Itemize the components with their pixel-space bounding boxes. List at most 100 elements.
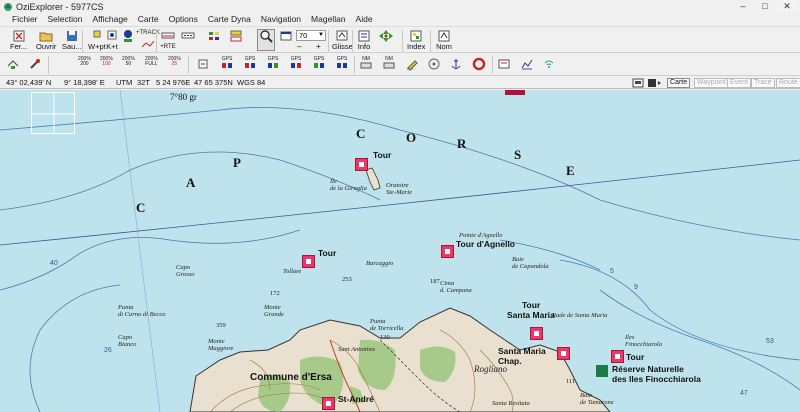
tower-marker-finocchiarola[interactable] — [611, 350, 624, 363]
display-button[interactable] — [497, 57, 511, 71]
label-iles-finocchiarola: Iles Finocchiarola — [625, 334, 662, 348]
info-button[interactable]: Info — [356, 29, 372, 51]
info-icon — [358, 30, 370, 42]
menu-carte-dyna[interactable]: Carte Dyna — [208, 14, 251, 24]
label-capo-grosso: Capo Grosso — [176, 264, 195, 278]
tower-marker-santa-maria[interactable] — [530, 327, 543, 340]
map-label-c1: C — [136, 200, 146, 215]
zoom-200-button[interactable]: 200% 200 — [78, 57, 91, 67]
nm-icon — [383, 62, 395, 69]
gps-button-5[interactable]: GPS — [312, 57, 326, 70]
profile-chart-button[interactable] — [520, 57, 534, 71]
depth-label: 47 — [740, 390, 748, 397]
index-icon — [410, 30, 422, 42]
grid-lines-icon — [32, 93, 76, 135]
map-label-a: A — [186, 175, 196, 190]
maximize-button[interactable]: □ — [754, 0, 776, 12]
menu-options[interactable]: Options — [169, 14, 198, 24]
grid-button[interactable] — [228, 29, 244, 43]
route-edit-button[interactable] — [180, 29, 196, 43]
minimize-button[interactable]: – — [732, 0, 754, 12]
zoom-plus-button[interactable]: + — [316, 43, 321, 51]
nm-button-2[interactable]: NM — [383, 57, 395, 70]
move-arrows-icon — [379, 30, 393, 42]
save-button[interactable]: Sau... — [62, 29, 82, 51]
label-st-andre: St-André — [338, 394, 374, 404]
depth-label: 40 — [50, 260, 58, 267]
utm-zone: 32T — [137, 78, 150, 87]
trace-button[interactable]: Trace — [751, 78, 775, 88]
display-icon — [498, 59, 510, 69]
gps-icon — [314, 63, 324, 68]
title-bar: OziExplorer - 5977CS – □ ✕ — [0, 0, 800, 13]
tower-marker-tollare[interactable] — [302, 255, 315, 268]
save-status-icon[interactable] — [647, 78, 663, 88]
gps-device-icon[interactable] — [632, 78, 644, 88]
layers-button[interactable] — [6, 57, 20, 71]
tower-marker-giraglia[interactable] — [355, 158, 368, 171]
pencil-button[interactable] — [405, 57, 419, 71]
gps-button-3[interactable]: GPS — [266, 57, 280, 70]
carte-button[interactable]: Carte — [667, 78, 691, 88]
menu-selection[interactable]: Selection — [48, 14, 83, 24]
gps-button-2[interactable]: GPS — [243, 57, 257, 70]
route-button[interactable]: +RTE — [160, 29, 176, 51]
map-label-c2: C — [356, 126, 366, 141]
kml-button[interactable]: K+t — [104, 29, 120, 51]
chapel-marker[interactable] — [557, 347, 570, 360]
anchor-button[interactable] — [449, 57, 463, 71]
zoom-level-select[interactable]: 70 ▼ — [296, 30, 326, 41]
gps-button-1[interactable]: GPS — [220, 57, 234, 70]
window-button[interactable] — [278, 29, 294, 43]
map-label-p: P — [233, 155, 241, 170]
menu-affichage[interactable]: Affichage — [92, 14, 127, 24]
label-sant-antonino: Sant Antonino — [338, 346, 375, 353]
map-view[interactable]: 7°80 gr C A P C O R S E Tour Ile de la G… — [0, 90, 800, 412]
lifebuoy-button[interactable] — [472, 57, 486, 71]
hand-icon — [336, 30, 348, 41]
zoom-tool-button[interactable] — [258, 29, 274, 43]
target-button[interactable] — [427, 57, 441, 71]
close-map-button[interactable]: Fer... — [10, 29, 27, 51]
zoom-100-button[interactable]: 200% 100 — [100, 57, 113, 67]
gps-button-6[interactable]: GPS — [335, 57, 349, 70]
zoom-minus-button[interactable]: – — [297, 43, 301, 51]
elevation-label: 359 — [216, 322, 226, 329]
nom-button[interactable]: Nom — [436, 29, 452, 51]
map-navigation-grid[interactable] — [31, 92, 76, 135]
label-baie-tamarone: Baie de Tamarone — [580, 392, 614, 406]
st-andre-marker[interactable] — [322, 397, 335, 410]
nm-button-1[interactable]: NM — [360, 57, 372, 70]
menu-navigation[interactable]: Navigation — [261, 14, 301, 24]
target-icon — [428, 58, 440, 70]
lifebuoy-icon — [472, 57, 486, 71]
zoom-50-button[interactable]: 200% 50 — [122, 57, 135, 67]
elevation-label: 187 — [430, 278, 440, 285]
flag-button[interactable] — [206, 29, 222, 43]
tools-button[interactable] — [28, 57, 42, 71]
menu-aide[interactable]: Aide — [356, 14, 373, 24]
gps-button-4[interactable]: GPS — [289, 57, 303, 70]
magnifier-icon — [260, 30, 273, 43]
menu-magellan[interactable]: Magellan — [311, 14, 346, 24]
tower-marker-agnello[interactable] — [441, 245, 454, 258]
menu-fichier[interactable]: Fichier — [12, 14, 38, 24]
event-button[interactable]: Event — [727, 78, 751, 88]
wireless-icon — [544, 60, 554, 68]
waypoint-button[interactable]: Waypoint — [694, 78, 729, 88]
move-map-button[interactable] — [196, 57, 210, 71]
label-oratoire: Oratoire Ste-Marie — [386, 182, 412, 196]
zoom-full-button[interactable]: 200% FULL — [145, 57, 158, 67]
open-button[interactable]: Ouvrir — [36, 29, 56, 51]
wireless-button[interactable] — [542, 57, 556, 71]
id-button[interactable] — [120, 29, 136, 43]
route-button[interactable]: Route — [776, 78, 800, 88]
waypoint-icon — [93, 30, 101, 38]
navigation-arrows-button[interactable] — [378, 29, 394, 43]
zoom-25-button[interactable]: 200% 25 — [168, 57, 181, 67]
close-button[interactable]: ✕ — [776, 0, 798, 12]
menu-carte[interactable]: Carte — [138, 14, 159, 24]
index-button[interactable]: Index — [407, 29, 425, 51]
label-baie-capandola: Baie de Capandola — [512, 256, 549, 270]
glisse-button[interactable]: Glisse — [332, 29, 353, 51]
